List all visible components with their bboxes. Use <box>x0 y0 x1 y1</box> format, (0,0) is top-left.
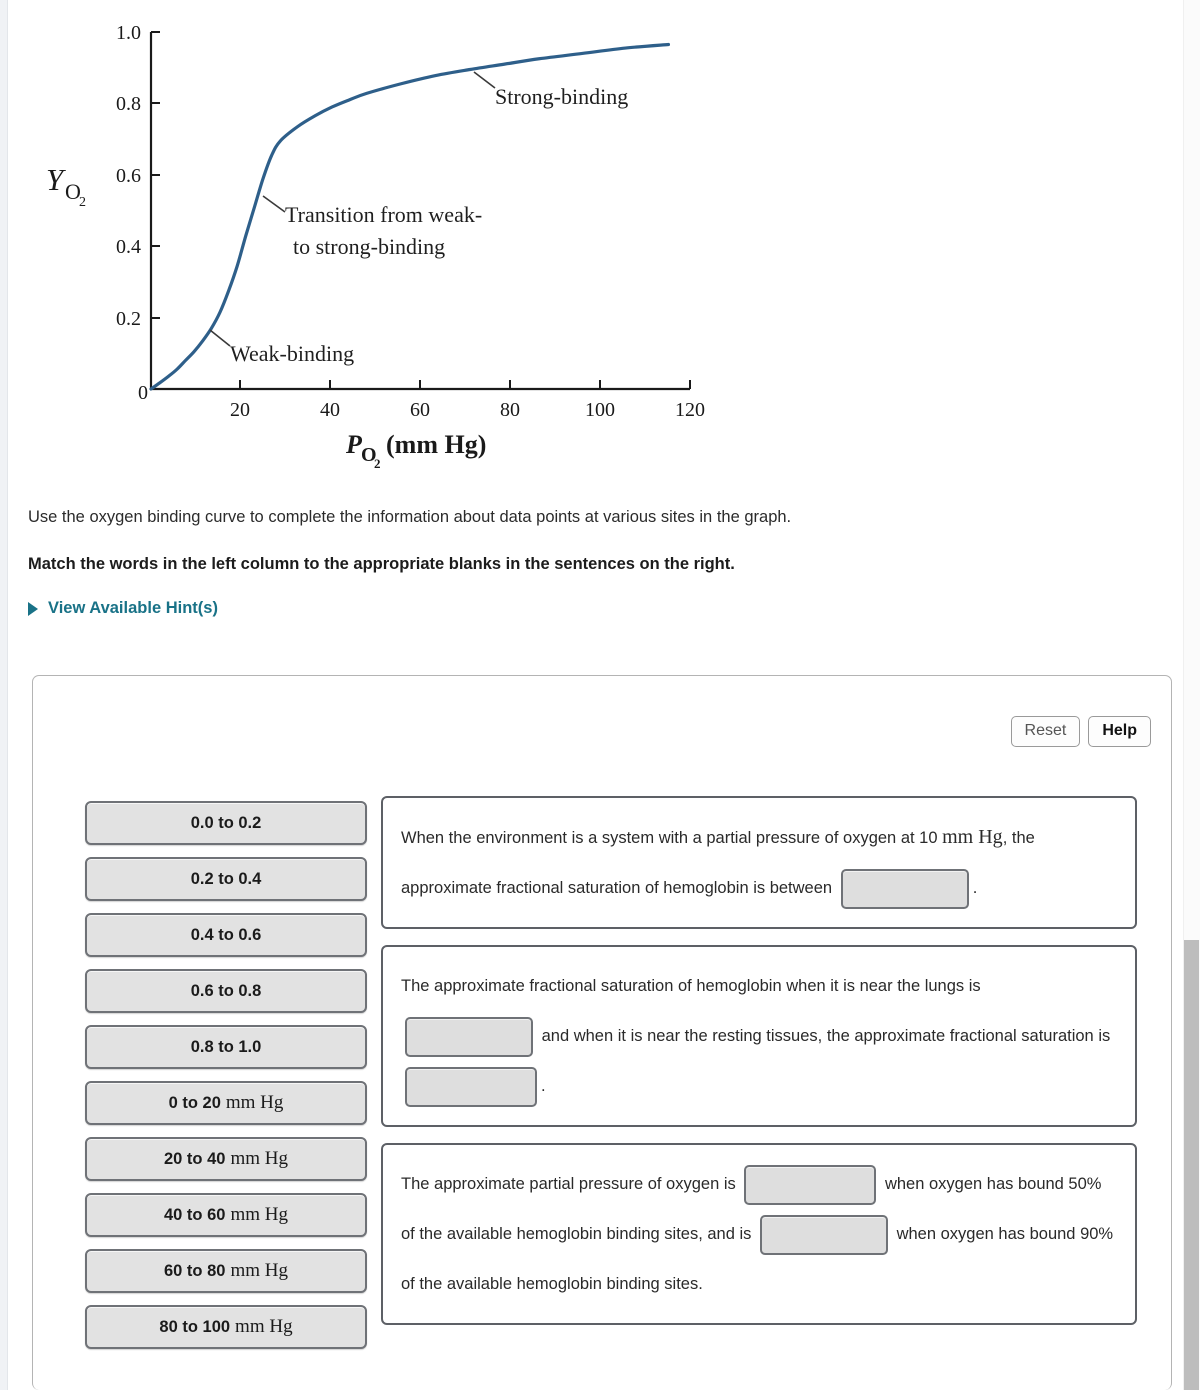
bank-tile[interactable]: 60 to 80 mm Hg <box>85 1249 367 1293</box>
bank-tile[interactable]: 20 to 40 mm Hg <box>85 1137 367 1181</box>
chart-svg: 1.0 0.8 0.6 0.4 0.2 0 20 40 60 80 100 12… <box>46 22 705 471</box>
x-axis-title: P O 2 (mm Hg) <box>345 430 486 471</box>
y-tick-label: 0.2 <box>116 308 141 330</box>
x-axis-title-sub2: 2 <box>374 456 381 471</box>
annotation-transition: Transition from weak- to strong-binding <box>262 195 482 259</box>
help-button[interactable]: Help <box>1088 716 1151 747</box>
answer-bank: 0.0 to 0.2 0.2 to 0.4 0.4 to 0.6 0.6 to 0.8… <box>85 801 367 1349</box>
y-tick-label: 0.6 <box>116 165 141 187</box>
page-scrollbar-thumb[interactable] <box>1184 940 1199 1390</box>
y-tick-label-zero: 0 <box>138 382 148 404</box>
page-scrollbar-track[interactable] <box>1183 0 1200 1390</box>
bank-tile-label: 0.0 to 0.2 <box>190 813 262 832</box>
statement-2-dropzone-1[interactable] <box>405 1016 533 1057</box>
y-axis-title: Y O 2 <box>46 162 86 210</box>
bank-tile[interactable]: 0.6 to 0.8 <box>85 969 367 1013</box>
y-axis-title-sub2: 2 <box>79 195 86 210</box>
bank-tile-label: 80 to 100 <box>159 1317 231 1336</box>
triangle-right-icon <box>28 601 38 616</box>
view-hints-toggle[interactable]: View Available Hint(s) <box>28 599 218 618</box>
statement-2-fragment-1: The approximate fractional saturation of… <box>401 977 981 995</box>
bank-tile-label: 0.6 to 0.8 <box>190 981 262 1000</box>
y-tick-label: 0.4 <box>116 236 141 258</box>
x-axis-title-unit: (mm Hg) <box>386 430 486 459</box>
statement-2-fragment-3: . <box>541 1077 546 1095</box>
statement-1-dropzone-1[interactable] <box>840 868 969 909</box>
y-tick-label: 0.8 <box>116 93 141 115</box>
statement-3-dropzone-1[interactable] <box>744 1164 877 1205</box>
statement-3: The approximate partial pressure of oxyg… <box>381 1143 1137 1325</box>
statement-3-dropzone-2[interactable] <box>760 1214 888 1255</box>
x-tick-labels: 20 40 60 80 100 120 <box>230 399 705 421</box>
bank-tile[interactable]: 0 to 20 mm Hg <box>85 1081 367 1125</box>
statement-2: The approximate fractional saturation of… <box>381 945 1137 1127</box>
y-axis-title-main: Y <box>46 162 66 197</box>
bank-tile-label: 20 to 40 <box>164 1149 226 1168</box>
annotation-label-line1: Transition from weak- <box>285 202 482 227</box>
bank-tile-label: 0.4 to 0.6 <box>190 925 262 944</box>
bank-tile-label: 60 to 80 <box>164 1261 226 1280</box>
bank-tile[interactable]: 0.8 to 1.0 <box>85 1025 367 1069</box>
bank-tile[interactable]: 0.0 to 0.2 <box>85 801 367 845</box>
leader-line <box>209 329 231 347</box>
leader-line <box>473 71 496 89</box>
bank-tile-unit: mm Hg <box>230 1204 288 1225</box>
annotation-label-line2: to strong-binding <box>293 234 445 259</box>
bank-tile[interactable]: 0.4 to 0.6 <box>85 913 367 957</box>
y-tick-label: 1.0 <box>116 22 141 44</box>
bank-tile-unit: mm Hg <box>225 1092 284 1113</box>
statement-3-fragment-1: The approximate partial pressure of oxyg… <box>401 1175 736 1193</box>
reset-button[interactable]: Reset <box>1010 716 1081 747</box>
x-axis-ticks <box>150 380 691 389</box>
statement-1-fragment-1: When the environment is a system with a … <box>401 829 938 847</box>
annotation-label: Weak-binding <box>230 341 354 366</box>
bank-tile-label: 0.2 to 0.4 <box>190 869 262 888</box>
x-tick-label: 20 <box>230 399 250 421</box>
statement-2-dropzone-2[interactable] <box>405 1066 537 1107</box>
bank-tile[interactable]: 40 to 60 mm Hg <box>85 1193 367 1237</box>
statement-2-fragment-2: and when it is near the resting tissues,… <box>541 1027 1111 1045</box>
bank-tile[interactable]: 0.2 to 0.4 <box>85 857 367 901</box>
bank-tile[interactable]: 80 to 100 mm Hg <box>85 1305 367 1349</box>
x-tick-label: 100 <box>585 399 615 421</box>
annotation-label: Strong-binding <box>495 84 628 109</box>
bank-tile-label: 0.8 to 1.0 <box>190 1037 262 1056</box>
leader-line <box>262 195 286 213</box>
bank-tile-unit: mm Hg <box>230 1148 288 1169</box>
matching-activity-card: Reset Help 0.0 to 0.2 0.2 to 0.4 0.4 to 0.… <box>32 675 1172 1390</box>
x-tick-label: 120 <box>675 399 705 421</box>
intro-text: Use the oxygen binding curve to complete… <box>28 508 792 526</box>
oxygen-binding-curve-figure: 1.0 0.8 0.6 0.4 0.2 0 20 40 60 80 100 12… <box>8 0 708 480</box>
y-axis-ticks <box>151 31 160 319</box>
statement-list: When the environment is a system with a … <box>381 796 1137 1325</box>
card-toolbar: Reset Help <box>1010 716 1151 747</box>
x-tick-label: 60 <box>410 399 430 421</box>
page-gutter-strip <box>0 0 8 1390</box>
bank-tile-label: 40 to 60 <box>164 1205 226 1224</box>
x-tick-label: 80 <box>500 399 520 421</box>
annotation-strong-binding: Strong-binding <box>473 71 628 109</box>
instruction-text: Match the words in the left column to th… <box>28 555 735 573</box>
statement-1: When the environment is a system with a … <box>381 796 1137 929</box>
bank-tile-unit: mm Hg <box>235 1316 293 1337</box>
bank-tile-unit: mm Hg <box>230 1260 288 1281</box>
x-tick-label: 40 <box>320 399 340 421</box>
statement-1-fragment-2: mm Hg <box>942 826 1003 848</box>
statement-1-fragment-4: . <box>972 879 978 897</box>
bank-tile-label: 0 to 20 <box>168 1093 221 1112</box>
question-prose: Use the oxygen binding curve to complete… <box>28 505 1018 618</box>
view-hints-label: View Available Hint(s) <box>48 599 218 617</box>
y-tick-labels: 1.0 0.8 0.6 0.4 0.2 0 <box>116 22 148 404</box>
annotation-weak-binding: Weak-binding <box>209 329 354 366</box>
